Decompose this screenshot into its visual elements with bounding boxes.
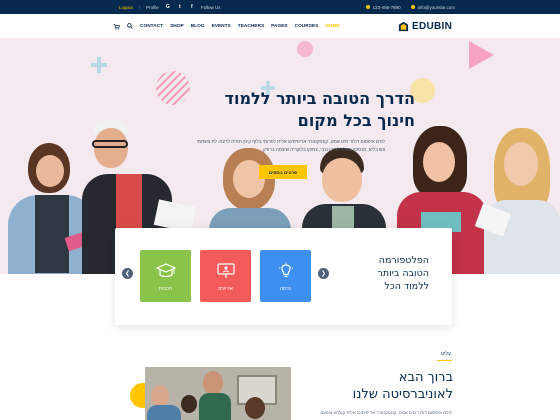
slider-next-button[interactable]: ❯	[318, 268, 329, 279]
google-icon[interactable]: G	[165, 4, 171, 10]
presentation-icon	[216, 262, 235, 278]
logo-icon	[398, 21, 409, 31]
main-navigation: CONTACT SHOP BLOG EVENTS TEACHERS PAGES …	[113, 14, 340, 38]
about-kicker: עלינו	[440, 351, 451, 357]
phone-icon	[365, 5, 370, 10]
category-label: תכניות	[159, 285, 172, 291]
pink-circle-shape	[297, 41, 313, 57]
nav-home[interactable]: HOME	[325, 24, 339, 29]
category-heading-line: הטובה ביותר	[377, 268, 430, 279]
about-title-line: ברוך הבא	[398, 370, 453, 385]
category-heading-line: ללמוד הכל	[384, 281, 429, 292]
category-heading: הפלטפורמה הטובה ביותר ללמוד הכל	[339, 254, 430, 293]
nav-courses[interactable]: COURSES	[295, 24, 319, 29]
pink-triangle-shape	[469, 41, 494, 69]
search-icon[interactable]	[127, 23, 133, 29]
category-tile-programs[interactable]: תכניות	[140, 250, 191, 302]
category-tile-events[interactable]: אירועים	[200, 250, 251, 302]
email-item[interactable]: info@yoursite.com	[410, 4, 455, 10]
separator: /	[138, 4, 141, 10]
cart-icon[interactable]	[113, 23, 120, 30]
top-bar: Logout / Profile G t f Follow Us 123-456…	[0, 0, 560, 14]
about-image	[145, 367, 291, 420]
plus-shape-icon	[91, 57, 107, 73]
mail-icon	[410, 5, 415, 10]
email-text: info@yoursite.com	[417, 4, 455, 10]
logo-text: EDUBIN	[412, 20, 453, 32]
hero-text-line: לורם איפסום דולור סיט אמט, קונסקטורר אדי…	[196, 139, 385, 144]
hero-title-line: הדרך הטובה ביותר ללמוד	[224, 89, 415, 108]
lightbulb-icon	[278, 262, 293, 277]
read-more-button[interactable]: פרטים נוספים	[259, 165, 307, 179]
about-text: לורם איפסום דולור סיט אמט, קונסקטורר אדי…	[320, 410, 452, 415]
category-heading-line: הפלטפורמה	[378, 255, 429, 266]
topbar-contact: 123-456-7890 info@yoursite.com	[365, 0, 455, 14]
about-title-line: לאוניברסיטה שלנו	[352, 387, 453, 402]
nav-pages[interactable]: PAGES	[271, 24, 287, 29]
nav-shop[interactable]: SHOP	[170, 24, 184, 29]
hero-title: הדרך הטובה ביותר ללמוד חינוך בכל מקום	[155, 88, 415, 132]
nav-contact[interactable]: CONTACT	[140, 24, 163, 29]
category-tile-login[interactable]: כניסה	[260, 250, 311, 302]
kicker-underline	[437, 360, 452, 361]
student-image	[474, 128, 560, 274]
nav-teachers[interactable]: TEACHERS	[238, 24, 264, 29]
profile-link[interactable]: Profile	[146, 5, 159, 10]
about-title: ברוך הבא לאוניברסיטה שלנו	[293, 369, 453, 403]
hero-text-line: צש בליא, מנסוטו צמלח לביקו ננבי, צמוקו ב…	[263, 147, 385, 152]
category-card: תכניות אירועים כניסה הפלטפורמה הטובה ביו…	[115, 228, 452, 325]
category-label: אירועים	[218, 285, 233, 291]
follow-us-label: Follow Us	[200, 4, 221, 10]
twitter-icon[interactable]: t	[177, 4, 183, 10]
main-header: CONTACT SHOP BLOG EVENTS TEACHERS PAGES …	[0, 14, 560, 38]
hero-title-line: חינוך בכל מקום	[297, 111, 415, 130]
phone-text: 123-456-7890	[372, 4, 401, 10]
nav-events[interactable]: EVENTS	[212, 24, 231, 29]
phone-item[interactable]: 123-456-7890	[365, 4, 401, 10]
nav-blog[interactable]: BLOG	[191, 24, 205, 29]
logout-link[interactable]: Logout	[119, 5, 133, 10]
category-label: כניסה	[279, 285, 292, 291]
hero-description: לורם איפסום דולור סיט אמט, קונסקטורר אדי…	[160, 138, 385, 154]
topbar-left: Logout / Profile G t f Follow Us	[119, 0, 221, 14]
facebook-icon[interactable]: f	[189, 4, 195, 10]
graduation-cap-icon	[155, 262, 176, 277]
slider-prev-button[interactable]: ❮	[122, 268, 133, 279]
site-logo[interactable]: EDUBIN	[398, 19, 452, 33]
